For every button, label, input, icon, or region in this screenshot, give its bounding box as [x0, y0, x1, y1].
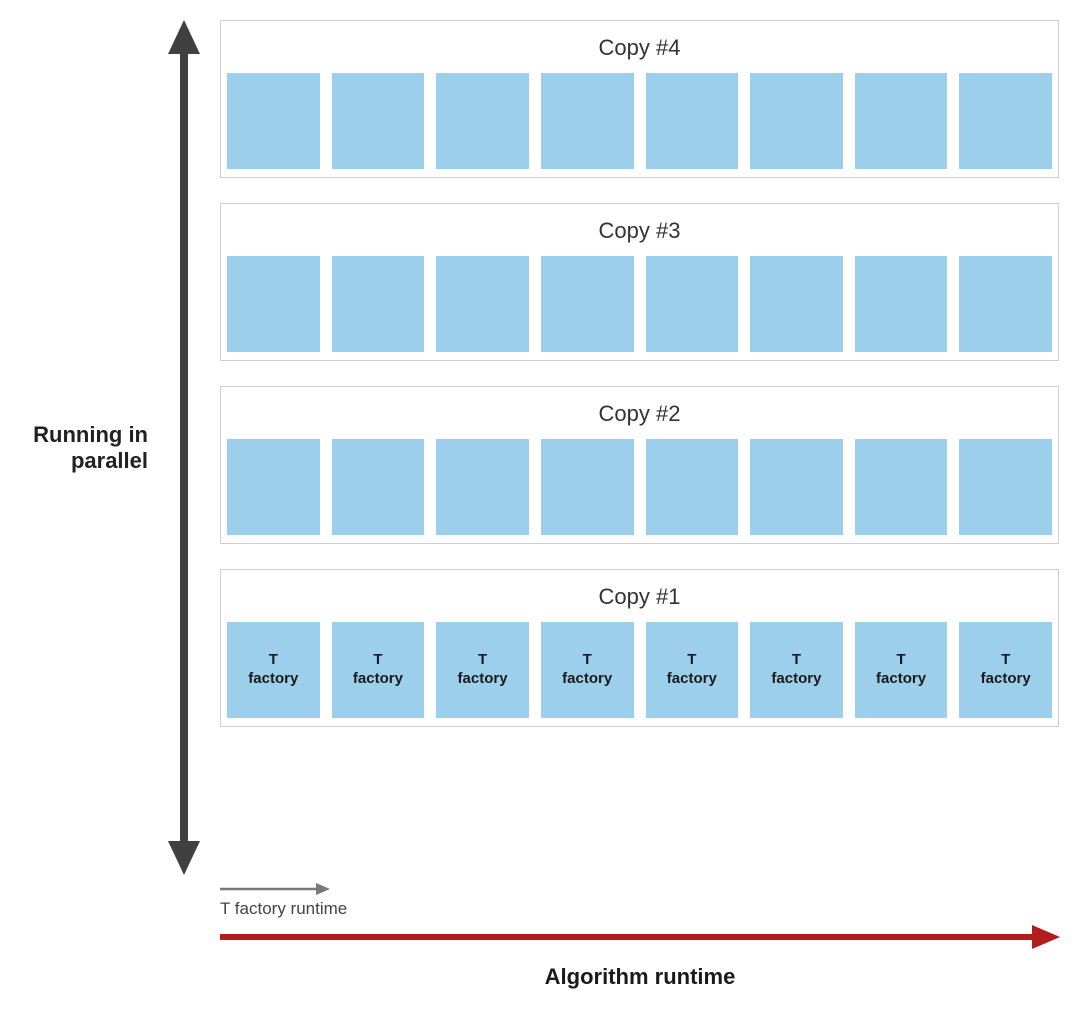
t-factory-runtime-label: T factory runtime: [220, 899, 347, 919]
box-label-l2: factory: [981, 670, 1031, 689]
horizontal-arrow-icon: [220, 925, 1060, 949]
row-boxes: [221, 73, 1058, 177]
t-factory-box: [959, 439, 1052, 535]
copy-title: Copy #1: [221, 570, 1058, 622]
box-label-l1: T: [1001, 651, 1010, 670]
t-factory-box: [227, 439, 320, 535]
box-label-l1: T: [269, 651, 278, 670]
box-label-l2: factory: [458, 670, 508, 689]
box-label-l1: T: [687, 651, 696, 670]
box-label-l1: T: [792, 651, 801, 670]
t-factory-box: Tfactory: [332, 622, 425, 718]
copy-title: Copy #3: [221, 204, 1058, 256]
under-axis: T factory runtime Algorithm runtime: [220, 881, 1059, 990]
t-factory-box: [646, 73, 739, 169]
t-factory-box: [750, 73, 843, 169]
t-factory-box: [959, 73, 1052, 169]
row-boxes: Tfactory Tfactory Tfactory Tfactory Tfac…: [221, 622, 1058, 726]
t-factory-box: [855, 73, 948, 169]
vertical-arrow-icon: [160, 20, 208, 875]
box-label-l1: T: [583, 651, 592, 670]
t-factory-box: [646, 439, 739, 535]
t-factory-box: Tfactory: [750, 622, 843, 718]
copy-panel: Copy #2: [220, 386, 1059, 544]
t-factory-box: [541, 256, 634, 352]
t-factory-box: Tfactory: [959, 622, 1052, 718]
copy-panel: Copy #4: [220, 20, 1059, 178]
box-label-l2: factory: [248, 670, 298, 689]
t-factory-box: [332, 439, 425, 535]
t-factory-box: Tfactory: [227, 622, 320, 718]
t-factory-box: [750, 256, 843, 352]
t-factory-box: [750, 439, 843, 535]
t-factory-runtime-group: T factory runtime: [220, 881, 1059, 919]
small-arrow-icon: [220, 881, 330, 897]
t-factory-box: [855, 256, 948, 352]
t-factory-box: [332, 73, 425, 169]
copy-panel: Copy #1 Tfactory Tfactory Tfactory Tfact…: [220, 569, 1059, 727]
x-axis-label: Algorithm runtime: [220, 964, 1060, 990]
y-axis-label: Running in parallel: [20, 20, 160, 875]
t-factory-box: [541, 73, 634, 169]
copy-title: Copy #4: [221, 21, 1058, 73]
row-boxes: [221, 439, 1058, 543]
t-factory-box: [959, 256, 1052, 352]
box-label-l1: T: [373, 651, 382, 670]
t-factory-box: [436, 256, 529, 352]
y-axis-label-line1: Running in parallel: [20, 422, 148, 474]
t-factory-box: Tfactory: [541, 622, 634, 718]
row-boxes: [221, 256, 1058, 360]
panel-area: Copy #4 Copy #3: [208, 20, 1059, 727]
t-factory-box: [227, 256, 320, 352]
t-factory-box: Tfactory: [646, 622, 739, 718]
box-label-l2: factory: [353, 670, 403, 689]
t-factory-box: Tfactory: [855, 622, 948, 718]
t-factory-box: [855, 439, 948, 535]
box-label-l1: T: [896, 651, 905, 670]
t-factory-box: Tfactory: [436, 622, 529, 718]
t-factory-box: [227, 73, 320, 169]
t-factory-box: [646, 256, 739, 352]
box-label-l1: T: [478, 651, 487, 670]
box-label-l2: factory: [667, 670, 717, 689]
box-label-l2: factory: [562, 670, 612, 689]
box-label-l2: factory: [876, 670, 926, 689]
copy-panel: Copy #3: [220, 203, 1059, 361]
diagram-root: Running in parallel Copy #4 Copy: [20, 20, 1059, 875]
box-label-l2: factory: [771, 670, 821, 689]
t-factory-box: [436, 439, 529, 535]
t-factory-box: [436, 73, 529, 169]
t-factory-box: [541, 439, 634, 535]
t-factory-box: [332, 256, 425, 352]
copy-title: Copy #2: [221, 387, 1058, 439]
